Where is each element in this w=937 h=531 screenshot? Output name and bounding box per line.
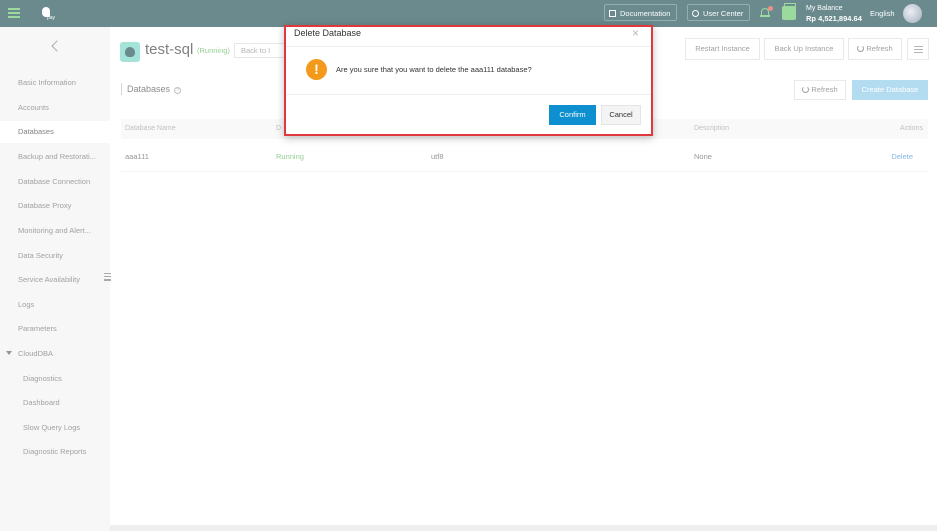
bottom-strip	[110, 525, 937, 531]
warning-icon: !	[306, 59, 327, 80]
dialog-title: Delete Database	[294, 28, 362, 38]
confirm-button[interactable]: Confirm	[549, 105, 596, 125]
dialog-message: Are you sure that you want to delete the…	[336, 65, 532, 74]
dialog-divider	[286, 94, 651, 95]
delete-database-dialog: Delete Database × ! Are you sure that yo…	[284, 25, 653, 136]
cancel-button[interactable]: Cancel	[601, 105, 641, 125]
close-icon[interactable]: ×	[632, 26, 639, 40]
dialog-divider	[286, 46, 651, 47]
